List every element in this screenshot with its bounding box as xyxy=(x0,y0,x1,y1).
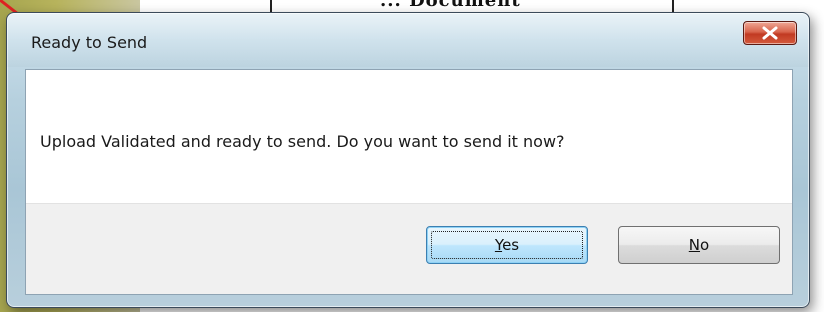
yes-button[interactable]: Yes xyxy=(426,226,588,264)
yes-mnemonic: Y xyxy=(494,236,503,254)
close-icon xyxy=(762,26,778,40)
yes-label-rest: es xyxy=(502,236,520,254)
dialog-title: Ready to Send xyxy=(31,33,148,52)
no-button-label: No xyxy=(689,236,709,254)
no-button[interactable]: No xyxy=(618,226,780,264)
dialog-message: Upload Validated and ready to send. Do y… xyxy=(40,132,565,151)
dialog-content: Upload Validated and ready to send. Do y… xyxy=(25,69,793,295)
desktop-stage: ... Document m Ready to Send Upload Vali… xyxy=(0,0,824,312)
dialog-button-bar: Yes No xyxy=(26,203,792,294)
yes-button-label: Yes xyxy=(495,236,519,254)
background-heading: ... Document xyxy=(380,0,521,11)
dialog-titlebar[interactable]: Ready to Send xyxy=(7,13,809,67)
close-button[interactable] xyxy=(743,21,797,45)
no-label-rest: o xyxy=(700,236,710,254)
no-mnemonic: N xyxy=(688,236,701,254)
ready-to-send-dialog: Ready to Send Upload Validated and ready… xyxy=(6,12,810,308)
